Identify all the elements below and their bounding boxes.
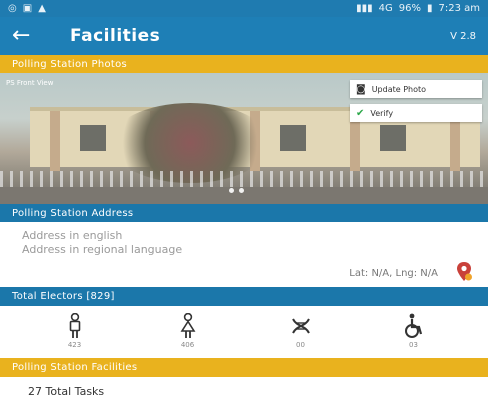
app-version: V 2.8 — [450, 30, 476, 42]
male-icon — [69, 313, 80, 338]
whatsapp-icon: ◎ — [8, 3, 17, 14]
elector-third-gender: 00 — [271, 313, 331, 349]
status-right: ▮▮▮ 4G 96% ▮ 7:23 am — [356, 3, 480, 14]
checkmark-icon: ✔ — [356, 107, 365, 119]
camera-icon: ◙ — [356, 83, 366, 95]
lat-lng-text: Lat: N/A, Lng: N/A — [349, 268, 438, 279]
carousel-indicator — [229, 188, 244, 193]
network-label: 4G — [378, 3, 393, 14]
battery-icon: ▮ — [426, 3, 433, 14]
battery-level: 96% — [398, 3, 421, 14]
electors-section-header: Total Electors [829] — [0, 287, 488, 306]
third-gender-icon — [291, 318, 310, 334]
elector-male: 423 — [45, 313, 105, 349]
verify-button[interactable]: ✔ Verify — [350, 104, 482, 122]
address-regional: Address in regional language — [22, 243, 183, 256]
elector-count: 03 — [409, 341, 418, 349]
electors-section-title: Total Electors [829] — [12, 291, 115, 302]
facilities-section-title: Polling Station Facilities — [12, 362, 138, 373]
address-panel: Address in english Address in regional l… — [0, 222, 488, 287]
signal-icon: ▮▮▮ — [356, 3, 373, 14]
carousel-dot[interactable] — [239, 188, 244, 193]
ground-illustration — [0, 187, 488, 204]
status-left: ◎ ▣ ▲ — [8, 3, 46, 14]
status-bar: ◎ ▣ ▲ ▮▮▮ 4G 96% ▮ 7:23 am — [0, 0, 488, 17]
app-bar: ← Facilities V 2.8 — [0, 17, 488, 55]
female-icon — [180, 313, 195, 338]
photos-section-title: Polling Station Photos — [12, 58, 128, 70]
page-title: Facilities — [70, 26, 161, 46]
back-arrow-icon[interactable]: ← — [12, 25, 52, 47]
electors-panel: 423 406 00 03 — [0, 306, 488, 356]
elector-count: 406 — [180, 341, 195, 349]
elector-female: 406 — [158, 313, 218, 349]
photo-label: PS Front View — [6, 79, 54, 87]
update-photo-button[interactable]: ◙ Update Photo — [350, 80, 482, 98]
notification-icon: ▲ — [38, 3, 46, 14]
address-english: Address in english — [22, 229, 123, 242]
update-photo-label: Update Photo — [371, 84, 427, 94]
photo-actions: ◙ Update Photo ✔ Verify — [350, 80, 482, 128]
clock: 7:23 am — [438, 3, 480, 14]
address-section-header: Polling Station Address — [0, 204, 488, 222]
elector-count: 423 — [67, 341, 82, 349]
address-section-title: Polling Station Address — [12, 207, 134, 219]
verify-label: Verify — [370, 108, 394, 118]
elector-pwd: 03 — [384, 313, 444, 349]
photos-section-header: Polling Station Photos — [0, 55, 488, 73]
map-pin-icon[interactable] — [456, 262, 472, 282]
total-tasks[interactable]: 27 Total Tasks — [0, 377, 488, 403]
facilities-section-header: Polling Station Facilities — [0, 358, 488, 377]
elector-count: 00 — [296, 341, 305, 349]
wheelchair-icon — [404, 313, 422, 338]
media-icon: ▣ — [22, 3, 33, 14]
carousel-dot[interactable] — [229, 188, 234, 193]
